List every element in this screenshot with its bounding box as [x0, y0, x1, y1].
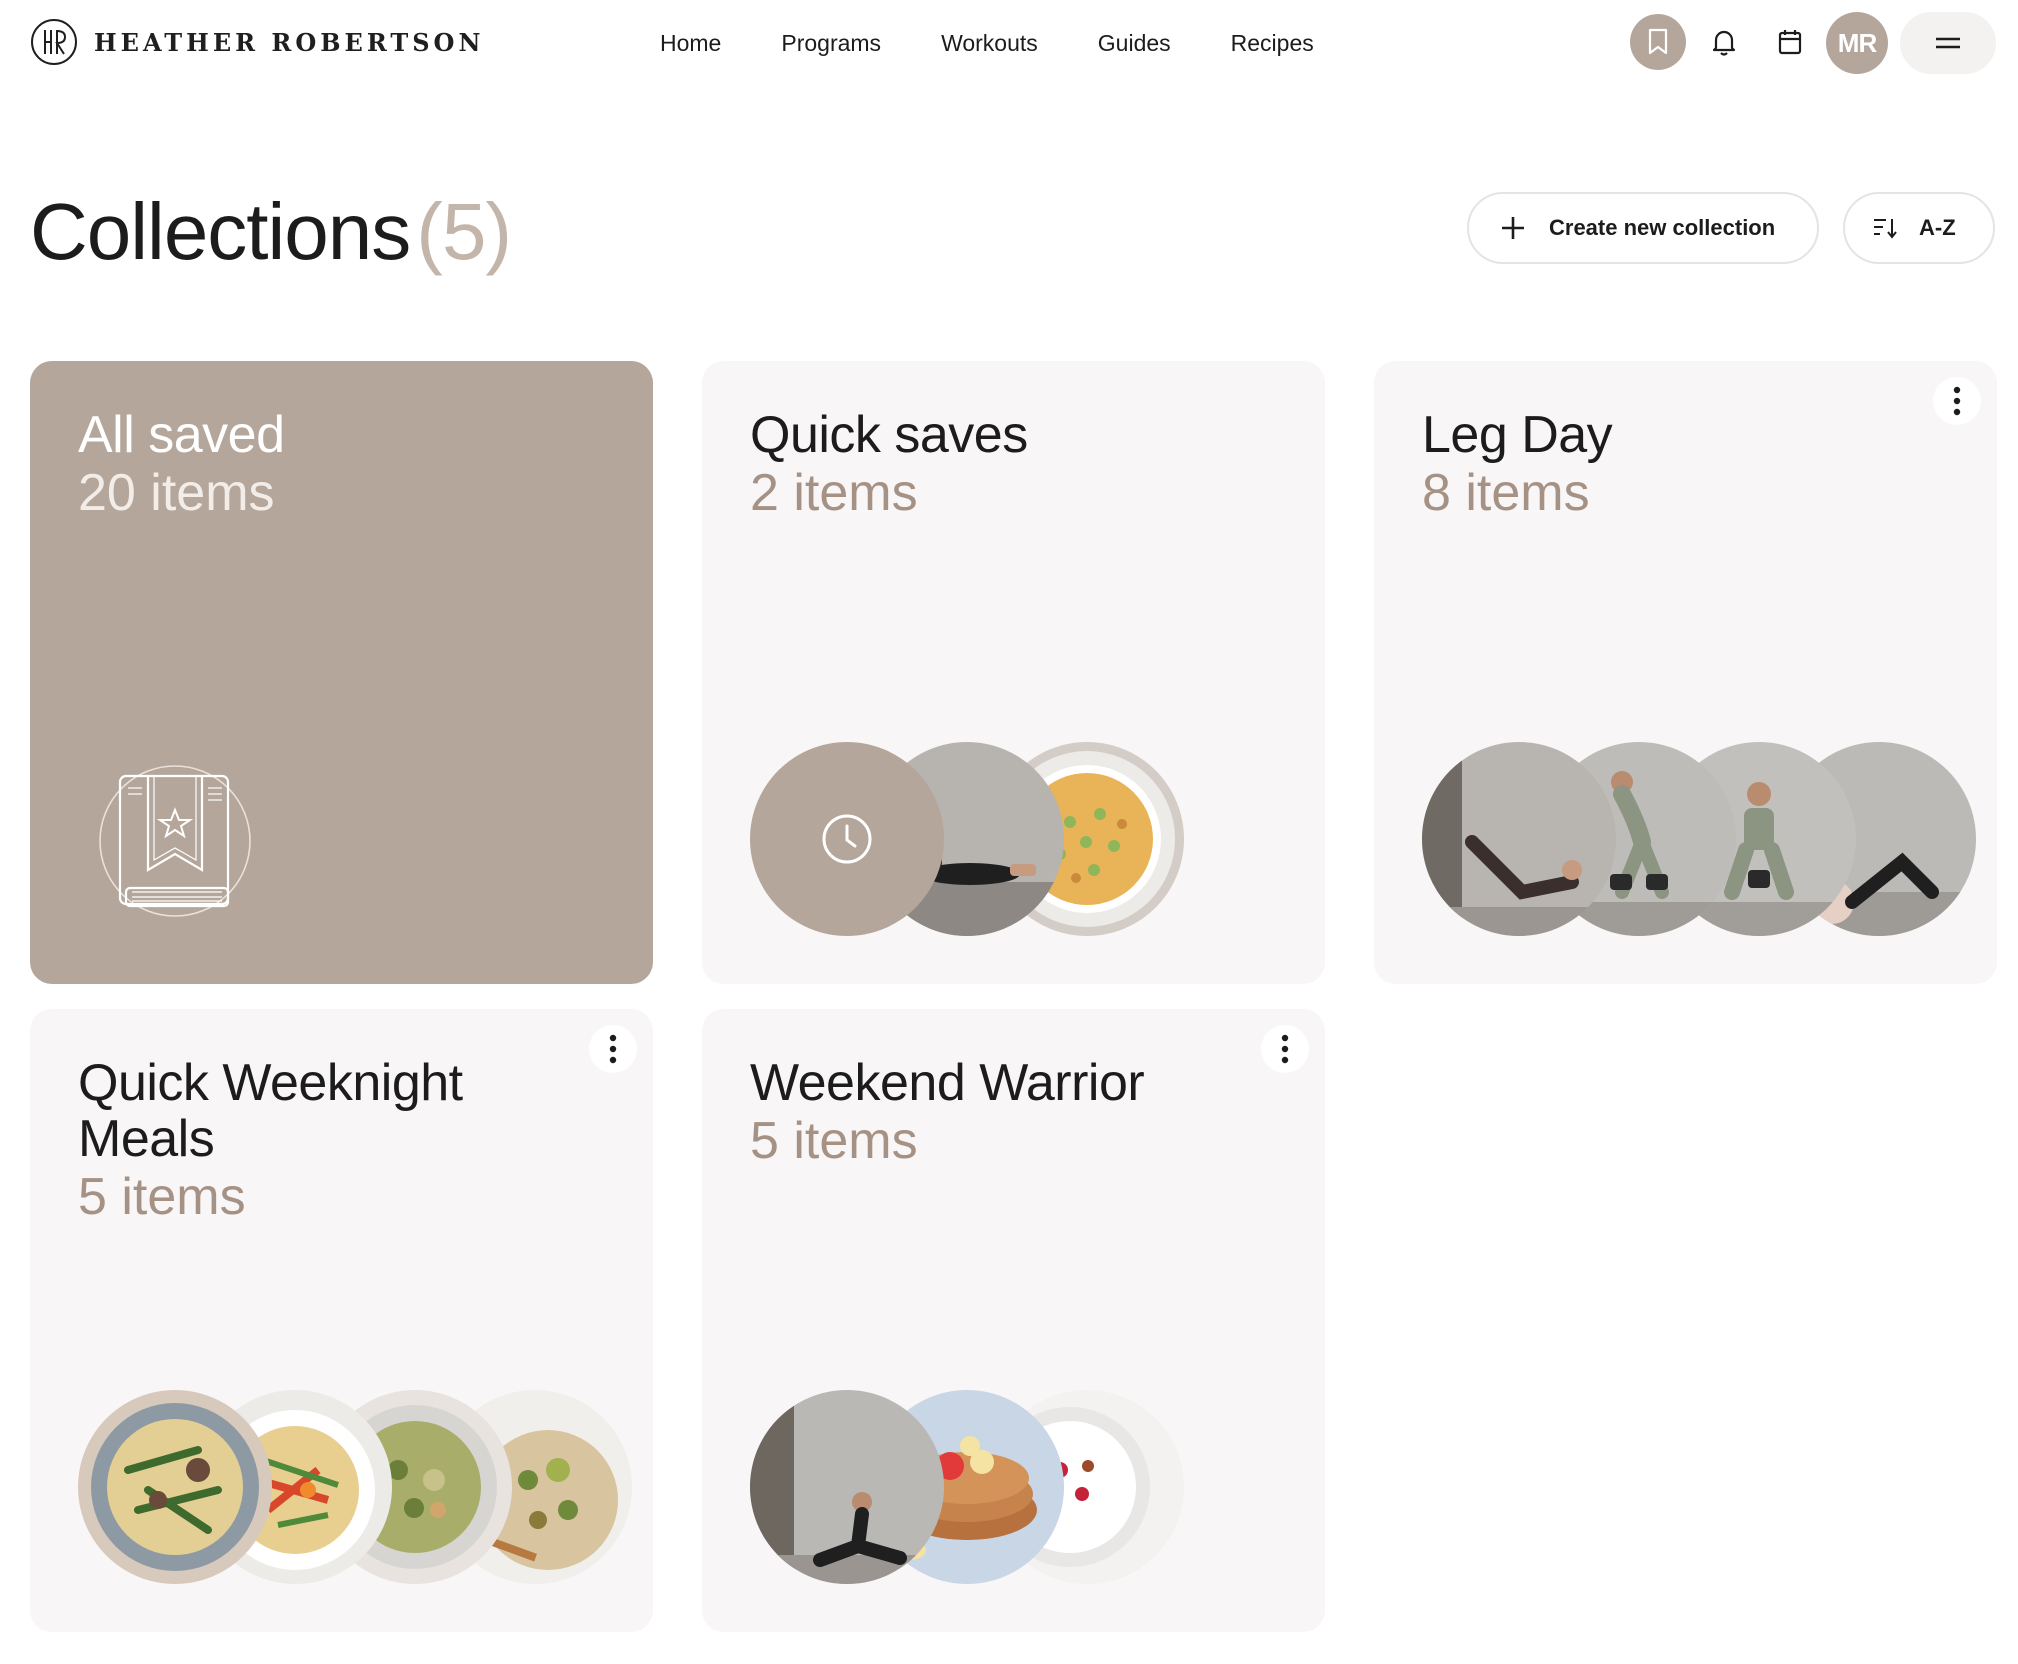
- saved-button[interactable]: [1630, 14, 1686, 70]
- more-vertical-icon: [1953, 386, 1961, 416]
- sort-icon: [1874, 219, 1897, 239]
- thumbnail-stack: [78, 1390, 638, 1584]
- user-avatar[interactable]: MR: [1826, 12, 1888, 74]
- collection-item-count: 8 items: [1422, 464, 1590, 522]
- brand-logo[interactable]: HEATHER ROBERTSON: [30, 18, 484, 66]
- main-nav: Home Programs Workouts Guides Recipes: [660, 26, 1374, 60]
- workout-photo: [750, 1390, 944, 1584]
- collection-item-count: 5 items: [78, 1168, 246, 1226]
- collection-options-button[interactable]: [1933, 377, 1981, 425]
- create-collection-label: Create new collection: [1549, 215, 1776, 240]
- collection-title: Quick saves: [750, 406, 1028, 464]
- collection-options-button[interactable]: [1261, 1025, 1309, 1073]
- bookmark-icon: [1648, 28, 1668, 55]
- collection-count: (5): [416, 187, 512, 276]
- bookmark-book-illustration-icon: [99, 765, 251, 917]
- menu-button[interactable]: [1900, 12, 1996, 74]
- page-title-text: Collections: [30, 187, 411, 276]
- hr-monogram-logo-icon: [31, 19, 77, 65]
- thumbnail-stack: [750, 742, 1310, 936]
- nav-workouts[interactable]: Workouts: [941, 26, 1038, 60]
- collection-card-weekend-warrior[interactable]: Weekend Warrior 5 items: [702, 1009, 1325, 1632]
- page-title: Collections(5): [30, 186, 512, 278]
- notifications-button[interactable]: [1696, 14, 1752, 70]
- create-collection-button[interactable]: Create new collection: [1467, 192, 1819, 264]
- clock-icon: [822, 814, 872, 864]
- pasta-photo: [78, 1390, 272, 1584]
- collection-title: Quick Weeknight Meals: [78, 1054, 463, 1168]
- more-vertical-icon: [1281, 1034, 1289, 1064]
- collection-title: All saved: [78, 406, 285, 464]
- brand-name: HEATHER ROBERTSON: [94, 27, 485, 57]
- workout-photo: [1422, 742, 1616, 936]
- collection-options-button[interactable]: [589, 1025, 637, 1073]
- collection-item-count: 2 items: [750, 464, 918, 522]
- clock-thumbnail: [750, 742, 944, 936]
- nav-programs[interactable]: Programs: [781, 26, 881, 60]
- thumbnail-stack: [1422, 742, 1982, 936]
- thumbnail-stack: [750, 1390, 1310, 1584]
- nav-guides[interactable]: Guides: [1098, 26, 1171, 60]
- collection-title: Weekend Warrior: [750, 1054, 1145, 1112]
- more-vertical-icon: [609, 1034, 617, 1064]
- bell-icon: [1712, 30, 1736, 56]
- collection-item-count: 20 items: [78, 464, 275, 522]
- collection-card-all-saved[interactable]: All saved 20 items: [30, 361, 653, 984]
- sort-button[interactable]: A-Z: [1843, 192, 1995, 264]
- menu-icon: [1936, 37, 1960, 49]
- top-header: HEATHER ROBERTSON Home Programs Workouts…: [0, 0, 2018, 86]
- nav-recipes[interactable]: Recipes: [1231, 26, 1314, 60]
- collection-title: Leg Day: [1422, 406, 1613, 464]
- plus-icon: [1502, 217, 1524, 239]
- nav-home[interactable]: Home: [660, 26, 721, 60]
- sort-label: A-Z: [1919, 215, 1956, 240]
- collection-item-count: 5 items: [750, 1112, 918, 1170]
- collection-card-quick-weeknight-meals[interactable]: Quick Weeknight Meals 5 items: [30, 1009, 653, 1632]
- calendar-button[interactable]: [1762, 14, 1818, 70]
- collection-card-leg-day[interactable]: Leg Day 8 items: [1374, 361, 1997, 984]
- collection-card-quick-saves[interactable]: Quick saves 2 items: [702, 361, 1325, 984]
- calendar-icon: [1778, 30, 1802, 55]
